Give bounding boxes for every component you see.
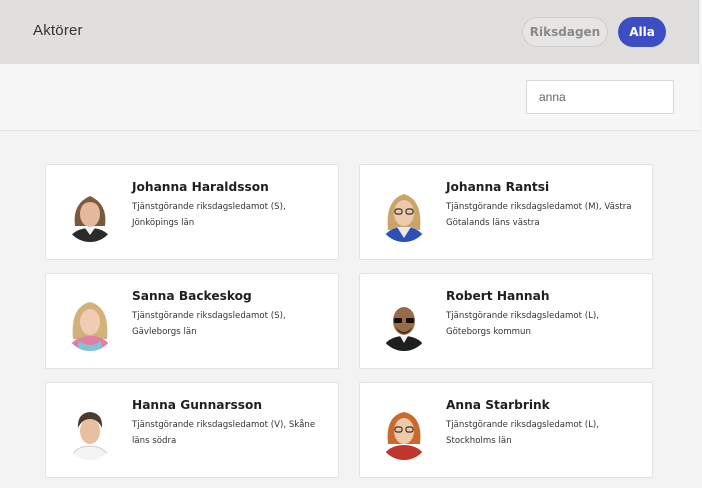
search-input[interactable] (526, 80, 674, 114)
person-card[interactable]: Anna Starbrink Tjänstgörande riksdagsled… (359, 382, 653, 478)
person-description: Tjänstgörande riksdagsledamot (L), Göteb… (446, 311, 600, 337)
person-card[interactable]: Hanna Gunnarsson Tjänstgörande riksdagsl… (45, 382, 339, 478)
person-card[interactable]: Johanna Haraldsson Tjänstgörande riksdag… (45, 164, 339, 260)
person-name: Sanna Backeskog (132, 289, 252, 303)
avatar (63, 182, 117, 242)
avatar (377, 400, 431, 460)
person-name: Robert Hannah (446, 289, 550, 303)
person-card[interactable]: Sanna Backeskog Tjänstgörande riksdagsle… (45, 273, 339, 369)
person-description: Tjänstgörande riksdagsledamot (L), Stock… (446, 420, 600, 446)
avatar (377, 182, 431, 242)
person-description: Tjänstgörande riksdagsledamot (S), Gävle… (132, 311, 286, 337)
page-title: Aktörer (33, 22, 83, 39)
riksdagen-filter-button[interactable]: Riksdagen (522, 17, 608, 47)
alla-filter-button[interactable]: Alla (618, 17, 666, 47)
person-name: Hanna Gunnarsson (132, 398, 263, 412)
person-description: Tjänstgörande riksdagsledamot (V), Skåne… (132, 420, 316, 446)
person-name: Johanna Rantsi (446, 180, 550, 194)
person-description: Tjänstgörande riksdagsledamot (M), Västr… (446, 202, 632, 228)
person-name: Johanna Haraldsson (132, 180, 269, 194)
avatar (377, 291, 431, 351)
search-bar (0, 64, 699, 131)
avatar (63, 291, 117, 351)
avatar (63, 400, 117, 460)
person-card[interactable]: Johanna Rantsi Tjänstgörande riksdagsled… (359, 164, 653, 260)
person-grid: Johanna Haraldsson Tjänstgörande riksdag… (0, 132, 699, 488)
person-card[interactable]: Robert Hannah Tjänstgörande riksdagsleda… (359, 273, 653, 369)
person-name: Anna Starbrink (446, 398, 550, 412)
app-header: Aktörer Riksdagen Alla (0, 0, 699, 64)
person-description: Tjänstgörande riksdagsledamot (S), Jönkö… (132, 202, 286, 228)
